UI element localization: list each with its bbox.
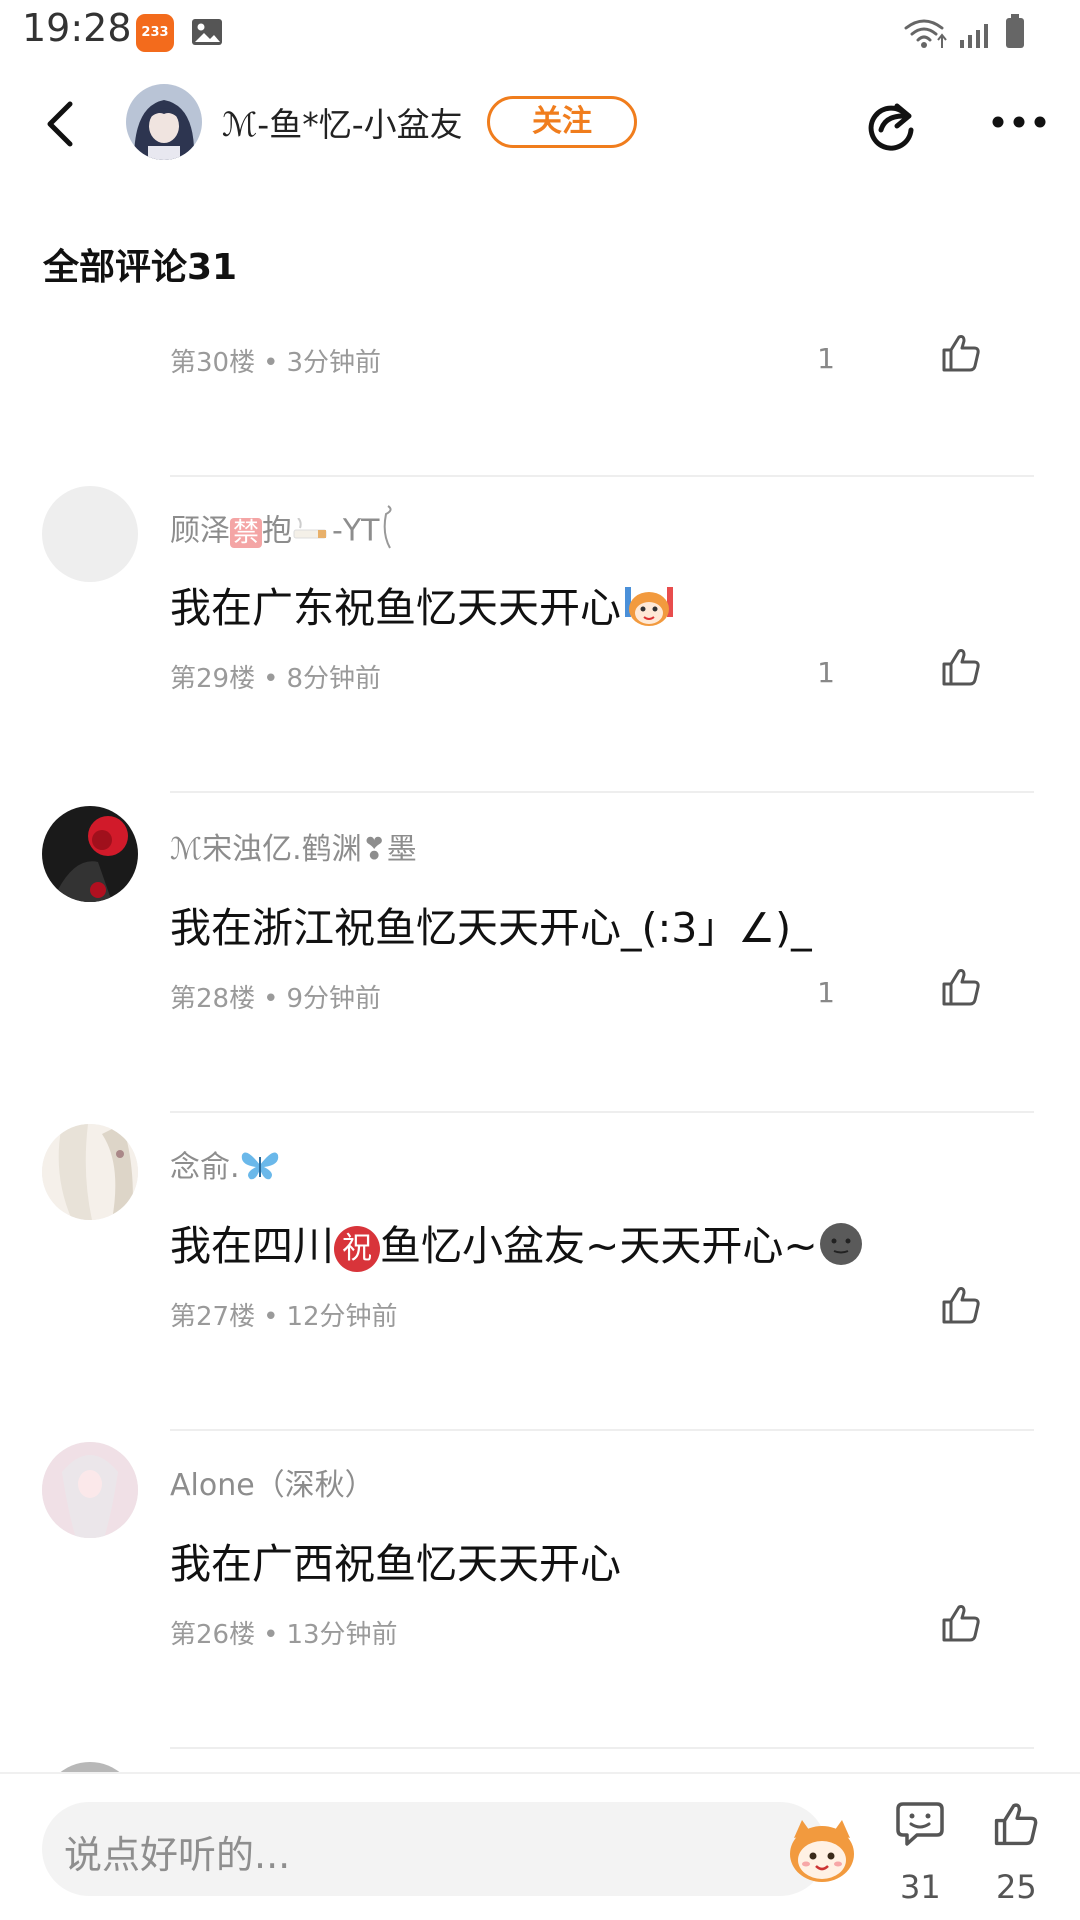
comment-meta: 第26楼 • 13分钟前 [170,1620,398,1650]
comment-count: 31 [900,1868,941,1906]
comment-meta: 第30楼 • 3分钟前 [170,348,381,378]
more-button[interactable] [990,110,1048,134]
comment-floor: 第30楼 [170,348,256,378]
author-avatar[interactable] [126,84,202,160]
share-icon [868,103,914,151]
like-count: 1 [817,342,835,375]
thumbs-up-icon [940,332,982,378]
comment-floor: 第28楼 [170,984,256,1014]
comment-time: 3分钟前 [286,348,381,378]
status-bar: 19:28 233 [0,0,1080,64]
comment-item: 念俞. 我在四川祝鱼忆小盆友~天天开心~ 第27楼 • 12分钟前 [0,1124,1080,1442]
comment-item: 第30楼 • 3分钟前 1 [0,170,1080,488]
battery-icon [1006,14,1024,48]
app-notification-icon: 233 [136,14,174,52]
comment-item: 顾泽禁抱 -YT 我在广东祝鱼忆天天开心 第29楼 • 8分钟前 1 [0,486,1080,804]
comment-time: 8分钟前 [286,664,381,694]
thumbs-up-icon [940,1284,982,1330]
thumbs-up-icon [940,646,982,692]
swirl-decoration-icon [380,504,396,560]
author-name[interactable]: ℳ-鱼*忆-小盆友 [222,98,463,146]
commenter-avatar[interactable] [42,1442,138,1538]
commenter-name[interactable]: ℳ宋浊亿.鹤渊❣墨 [170,824,417,868]
divider [170,1111,1034,1113]
like-count: 25 [996,1868,1037,1906]
like-post-button[interactable] [992,1800,1052,1852]
commenter-avatar[interactable] [42,806,138,902]
comment-text: 我在四川祝鱼忆小盆友~天天开心~ [170,1212,864,1277]
emoji-mascot-button[interactable] [784,1818,860,1888]
back-button[interactable] [34,94,88,154]
bless-emoji: 祝 [334,1226,380,1272]
comment-time: 12分钟前 [286,1302,398,1332]
signal-icon [960,24,988,48]
gallery-icon [189,14,225,54]
thumbs-up-icon [940,1602,982,1648]
wifi-icon [904,19,944,42]
comment-bubble-icon [896,1802,944,1846]
comment-meta: 第29楼 • 8分钟前 [170,664,381,694]
top-bar: ℳ-鱼*忆-小盆友 关注 [0,64,1080,180]
divider [170,1429,1034,1431]
status-time: 19:28 [22,6,132,50]
comment-item: ℳ宋浊亿.鹤渊❣墨 我在浙江祝鱼忆天天开心_(:3」∠)_ 第28楼 • 9分钟前 … [0,806,1080,1124]
forbidden-emoji: 禁 [230,517,263,548]
comment-text: 我在浙江祝鱼忆天天开心_(:3」∠)_ [170,904,812,952]
thumbs-up-icon [994,1803,1038,1846]
commenter-avatar[interactable] [42,1124,138,1220]
cigarette-emoji [292,515,332,550]
next-comment-avatar[interactable] [42,1762,138,1772]
more-dots-icon [992,116,1046,128]
bottom-bar: 说点好听的... 31 25 [0,1772,1080,1920]
comment-input-placeholder: 说点好听的... [64,1833,291,1877]
comments-page: 19:28 233 ℳ-鱼*忆-小盆友 关注 全部评论31 第30楼 • 3分钟… [0,0,1080,1920]
divider [170,1747,1034,1749]
commenter-name[interactable]: Alone（深秋） [170,1460,375,1504]
status-icons [898,10,1058,58]
comment-input[interactable]: 说点好听的... [42,1802,854,1896]
comment-meta: 第27楼 • 12分钟前 [170,1302,398,1332]
comment-item: Alone（深秋） 我在广西祝鱼忆天天开心 第26楼 • 13分钟前 [0,1442,1080,1760]
back-arrow-icon [47,101,73,147]
like-count: 1 [817,976,835,1009]
comment-text: 我在广西祝鱼忆天天开心 [170,1540,621,1588]
comment-floor: 第26楼 [170,1620,256,1650]
comment-time: 9分钟前 [286,984,381,1014]
commenter-avatar[interactable] [42,486,138,582]
follow-button[interactable]: 关注 [487,96,637,148]
mascot-cheer-emoji [621,583,677,639]
dark-moon-emoji [818,1221,864,1277]
commenter-name[interactable]: 念俞. [170,1142,280,1191]
butterfly-emoji [240,1147,280,1191]
commenter-name[interactable]: 顾泽禁抱 -YT [170,504,396,560]
comments-button[interactable] [895,1800,955,1852]
divider [170,791,1034,793]
like-count: 1 [817,656,835,689]
divider [170,475,1034,477]
share-button[interactable] [863,94,921,152]
comment-text: 我在广东祝鱼忆天天开心 [170,574,677,639]
thumbs-up-icon [940,966,982,1012]
comment-floor: 第27楼 [170,1302,256,1332]
comment-floor: 第29楼 [170,664,256,694]
comment-time: 13分钟前 [286,1620,398,1650]
comment-meta: 第28楼 • 9分钟前 [170,984,381,1014]
